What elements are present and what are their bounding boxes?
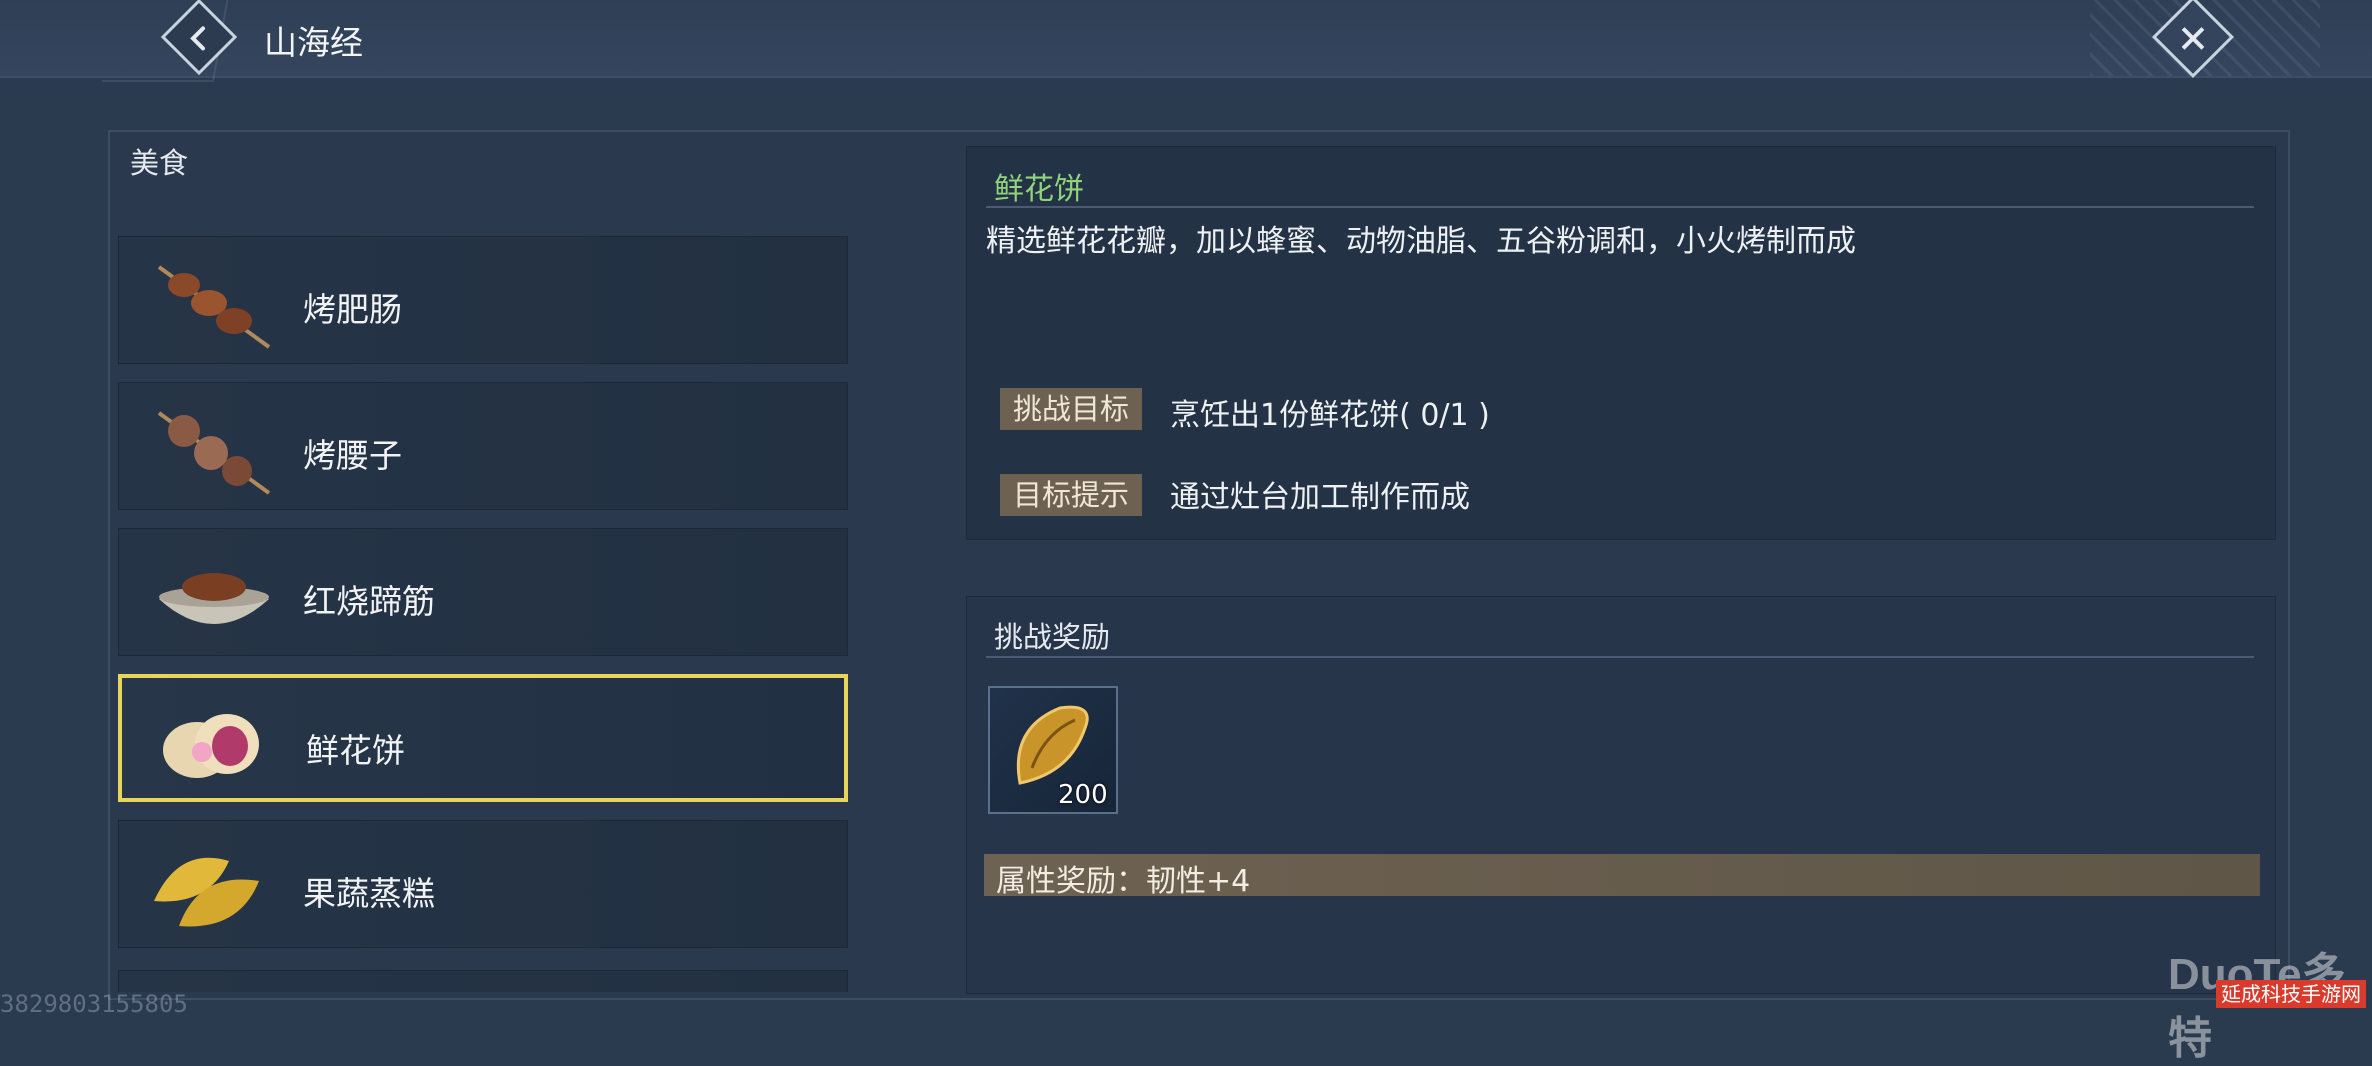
detail-description: 精选鲜花花瓣，加以蜂蜜、动物油脂、五谷粉调和，小火烤制而成 bbox=[986, 224, 1856, 259]
list-item[interactable]: 红烧蹄筋 bbox=[118, 528, 848, 656]
page-title: 山海经 bbox=[264, 23, 363, 62]
steamed-dumpling-icon bbox=[154, 857, 259, 927]
chevron-left-icon bbox=[190, 26, 205, 51]
food-name: 鲜花饼 bbox=[306, 731, 405, 770]
detail-title: 鲜花饼 bbox=[994, 172, 1084, 207]
divider bbox=[986, 206, 2254, 208]
skewer-kidney-icon bbox=[157, 411, 271, 495]
food-name: 红烧蹄筋 bbox=[303, 582, 435, 621]
hint-tag: 目标提示 bbox=[1000, 474, 1142, 516]
list-item[interactable]: 烤腰子 bbox=[118, 382, 848, 510]
reward-count: 200 bbox=[1058, 780, 1108, 810]
watermark-badge: 延成科技手游网 bbox=[2216, 980, 2366, 1008]
goal-text: 烹饪出1份鲜花饼( 0/1 ) bbox=[1170, 398, 1490, 433]
food-list[interactable]: 烤肥肠 烤腰子 红烧蹄筋 鲜花饼 果蔬蒸糕 bbox=[118, 180, 850, 992]
close-icon bbox=[2181, 27, 2205, 50]
food-name: 烤腰子 bbox=[303, 436, 402, 475]
watermark-id: 3829803155805 bbox=[0, 990, 188, 1018]
skewer-intestine-icon bbox=[157, 265, 271, 349]
braised-tendon-bowl-icon bbox=[159, 573, 269, 624]
hint-text: 通过灶台加工制作而成 bbox=[1170, 480, 1470, 515]
list-item-selected[interactable]: 鲜花饼 bbox=[118, 674, 848, 802]
list-item-partial[interactable] bbox=[118, 970, 848, 992]
reward-title: 挑战奖励 bbox=[994, 620, 1111, 654]
category-label: 美食 bbox=[130, 146, 189, 180]
list-item[interactable]: 烤肥肠 bbox=[118, 236, 848, 364]
food-name: 果蔬蒸糕 bbox=[303, 874, 435, 913]
attribute-reward: 属性奖励：韧性+4 bbox=[996, 864, 1251, 899]
goal-tag: 挑战目标 bbox=[1000, 388, 1142, 430]
food-name: 烤肥肠 bbox=[303, 290, 402, 329]
list-item[interactable]: 果蔬蒸糕 bbox=[118, 820, 848, 948]
divider bbox=[986, 656, 2254, 658]
flower-cake-icon bbox=[163, 714, 259, 778]
